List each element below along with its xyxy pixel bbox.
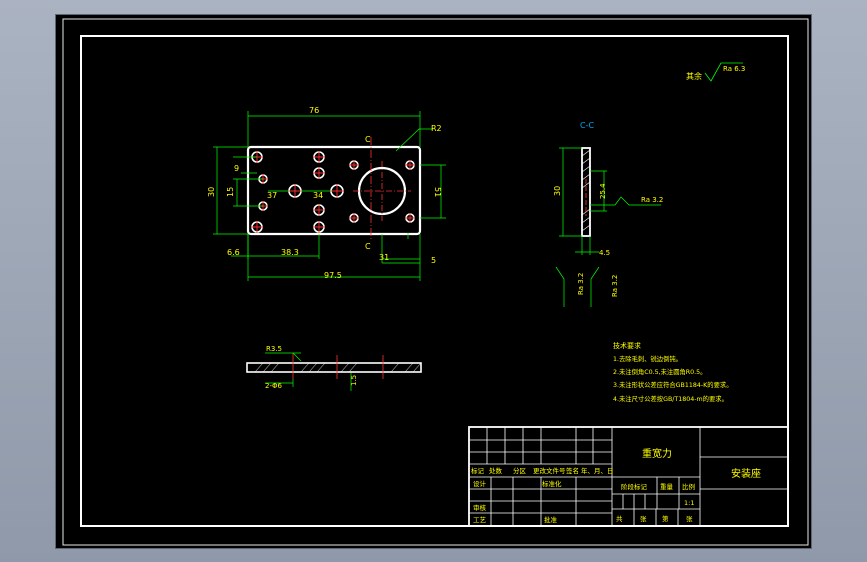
dim-15: 15	[226, 187, 235, 197]
notes-title: 技术要求	[613, 341, 641, 350]
dim-9: 9	[234, 164, 239, 173]
standard-label: 标准化	[542, 479, 562, 488]
technical-notes: 技术要求 1.去除毛刺、锐边倒钝。 2.未注倒角C0.5,未注圆角R0.5。 3…	[613, 341, 733, 403]
design-label: 设计	[473, 479, 487, 488]
strip-side-dim: 1.5	[350, 375, 358, 386]
side-roughness-value: Ra 3.2	[641, 196, 663, 204]
overall-roughness-label: 其余	[686, 71, 702, 81]
sheet-no: 第	[662, 514, 669, 523]
engineering-drawing: 其余 Ra 6.3 76 R2 9 30 15 37 34 51 6.6 38.…	[62, 18, 809, 546]
title-block: 重宽力 安装座 标记 处数 分区 更改文件号 签名 年、月、日 设计 标准化 阶…	[468, 426, 789, 527]
strip-hatch	[254, 362, 422, 373]
overall-roughness: 其余 Ra 6.3	[686, 62, 745, 82]
note-line: 1.去除毛刺、锐边倒钝。	[613, 354, 682, 363]
dim-97-5: 97.5	[324, 271, 342, 280]
weight-label: 重量	[660, 483, 674, 491]
side-thickness-dim: 4.5	[599, 249, 610, 257]
approve-label: 批准	[544, 515, 558, 524]
section-strip-view: R3.5 2-Φ6 1.5	[246, 345, 422, 391]
process-label: 工艺	[473, 516, 487, 524]
side-view: C-C 30 25.4 4.5 Ra 3.2 Ra 3.2 Ra 3.2	[553, 121, 663, 307]
dim-r2: R2	[431, 124, 442, 133]
scale-label: 比例	[682, 482, 695, 491]
dim-31: 31	[379, 253, 389, 262]
sheet-unit: 张	[640, 514, 647, 523]
cad-viewport[interactable]: 其余 Ra 6.3 76 R2 9 30 15 37 34 51 6.6 38.…	[55, 14, 812, 549]
strip-bottom-dim: 2-Φ6	[265, 382, 282, 390]
dim-51: 51	[433, 187, 442, 197]
sheet-unit: 张	[686, 514, 693, 523]
left-roughness-value: Ra 3.2	[577, 273, 585, 295]
side-height-dim: 30	[553, 186, 562, 196]
side-dimensions	[555, 147, 661, 307]
overall-roughness-value: Ra 6.3	[723, 65, 745, 73]
outer-border	[62, 18, 809, 546]
section-label: C-C	[580, 121, 594, 130]
cut-marker-top: C	[365, 135, 371, 144]
note-line: 4.未注尺寸公差按GB/T1804-m的要求。	[613, 394, 728, 403]
side-inner-dim: 25.4	[599, 183, 607, 199]
note-line: 3.未注形状公差应符合GB1184-K的要求。	[613, 380, 733, 389]
col-header: 标记	[471, 466, 485, 475]
scale-value: 1:1	[684, 499, 694, 507]
part-name: 安装座	[731, 467, 761, 480]
strip-top-dim: R3.5	[266, 345, 282, 353]
note-line: 2.未注倒角C0.5,未注圆角R0.5。	[613, 367, 706, 376]
dim-6-6: 6.6	[227, 248, 240, 257]
dim-34: 34	[313, 191, 323, 200]
company-name: 重宽力	[642, 447, 672, 460]
dim-38-3: 38.3	[281, 248, 299, 257]
dim-76: 76	[309, 106, 319, 115]
col-header: 更改文件号	[533, 466, 566, 475]
dim-5: 5	[431, 256, 436, 265]
front-view: 76 R2 9 30 15 37 34 51 6.6 38.3 31 5 97.…	[207, 106, 446, 281]
col-header: 处数	[489, 466, 503, 475]
sheet-total: 共	[616, 514, 623, 523]
cut-marker-bottom: C	[365, 242, 371, 251]
dim-37: 37	[267, 191, 277, 200]
col-header: 年、月、日	[581, 466, 614, 475]
right-roughness-value: Ra 3.2	[611, 275, 619, 297]
inner-border	[80, 35, 789, 527]
stage-label: 阶段标记	[621, 482, 648, 491]
col-header: 分区	[513, 466, 527, 475]
col-header: 签名	[566, 466, 579, 475]
dim-30: 30	[207, 187, 216, 197]
review-label: 审核	[473, 503, 487, 512]
